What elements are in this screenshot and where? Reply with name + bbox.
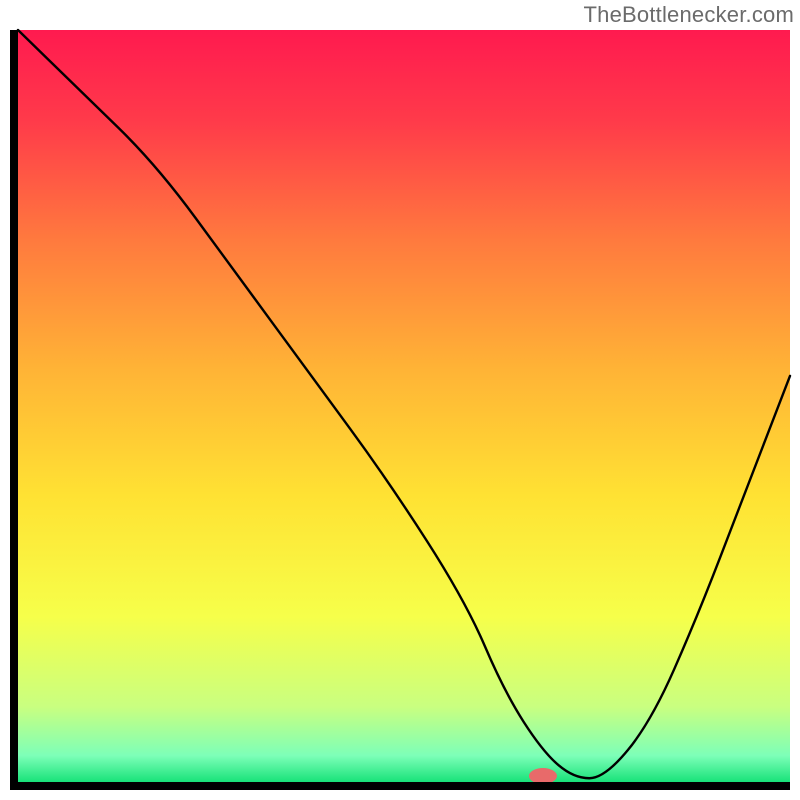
attribution-text: TheBottlenecker.com [584, 2, 794, 28]
optimal-marker [529, 768, 557, 784]
bottleneck-chart [0, 0, 800, 800]
x-axis [10, 782, 790, 790]
y-axis [10, 30, 18, 790]
chart-container: TheBottlenecker.com [0, 0, 800, 800]
